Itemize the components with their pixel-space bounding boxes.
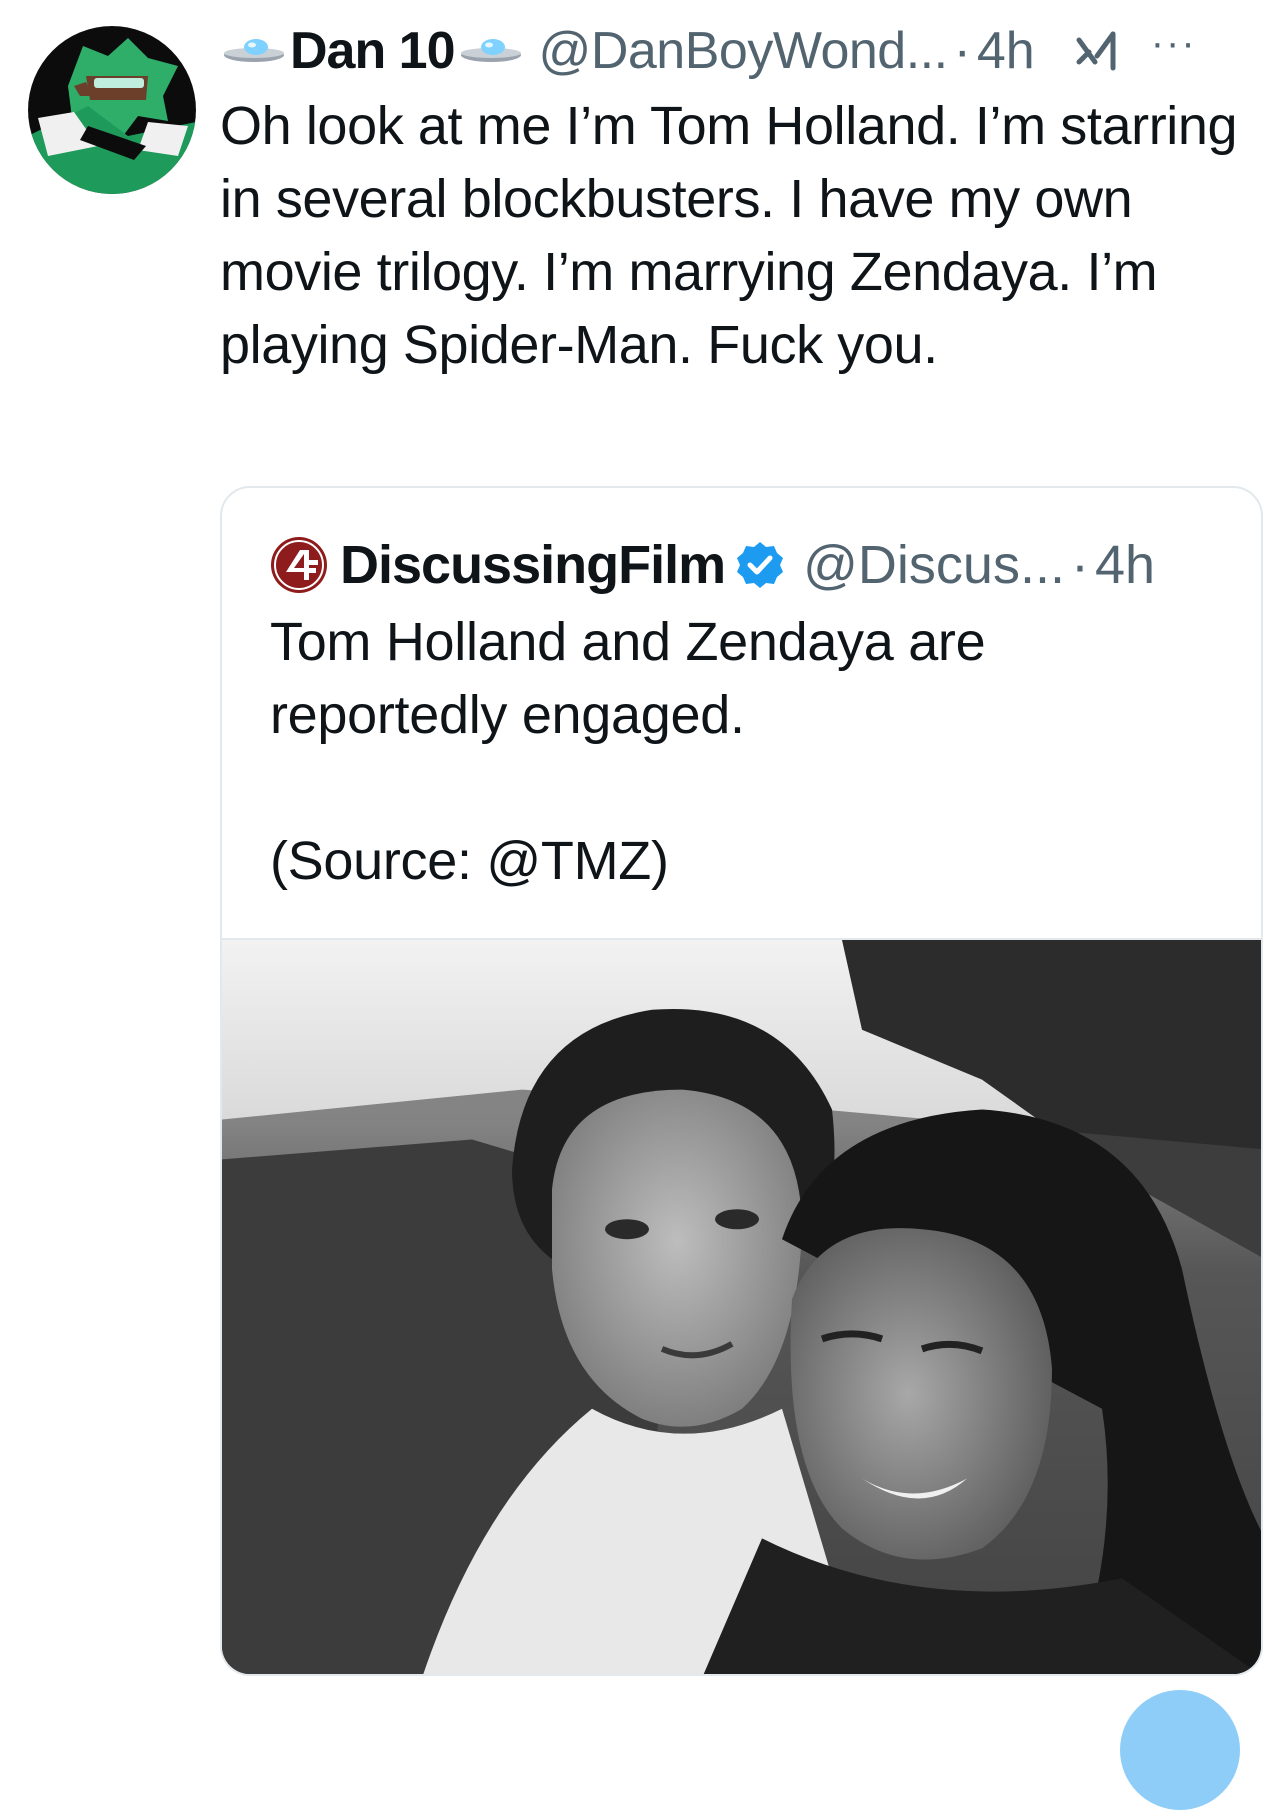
separator-dot: · xyxy=(953,22,971,80)
quoted-tweet[interactable]: DiscussingFilm @Discus... · 4h Tom Holla… xyxy=(220,486,1263,1676)
ufo-emoji-icon xyxy=(222,37,286,65)
more-options-icon[interactable]: ··· xyxy=(1151,23,1197,63)
quoted-timestamp[interactable]: 4h xyxy=(1095,534,1155,596)
compose-button[interactable] xyxy=(1120,1690,1240,1810)
user-handle[interactable]: @DanBoyWond... xyxy=(539,21,949,81)
cartoon-avatar-image xyxy=(28,26,196,194)
quoted-display-name[interactable]: DiscussingFilm xyxy=(340,534,726,596)
tweet: Dan 10 @DanBoyWond... · 4h ··· Oh look a… xyxy=(0,0,1279,1810)
couple-photo-image xyxy=(222,940,1261,1674)
verified-badge-icon xyxy=(735,540,785,590)
profile-avatar[interactable] xyxy=(28,26,196,194)
quoted-tweet-text: Tom Holland and Zendaya are reportedly e… xyxy=(270,612,986,891)
tweet-header: Dan 10 @DanBoyWond... · 4h ··· xyxy=(222,18,1263,84)
tweet-text: Oh look at me I’m Tom Holland. I’m starr… xyxy=(220,96,1252,375)
grok-icon[interactable] xyxy=(1073,26,1123,76)
ufo-emoji-icon xyxy=(459,37,523,65)
quoted-tweet-photo[interactable] xyxy=(222,938,1261,1674)
quoted-user-handle[interactable]: @Discus... xyxy=(803,534,1065,596)
quoted-tweet-header: DiscussingFilm @Discus... · 4h xyxy=(270,530,1251,600)
timestamp[interactable]: 4h xyxy=(977,21,1035,81)
display-name[interactable]: Dan 10 xyxy=(290,21,456,81)
discussingfilm-logo xyxy=(270,536,328,594)
separator-dot: · xyxy=(1070,535,1089,595)
